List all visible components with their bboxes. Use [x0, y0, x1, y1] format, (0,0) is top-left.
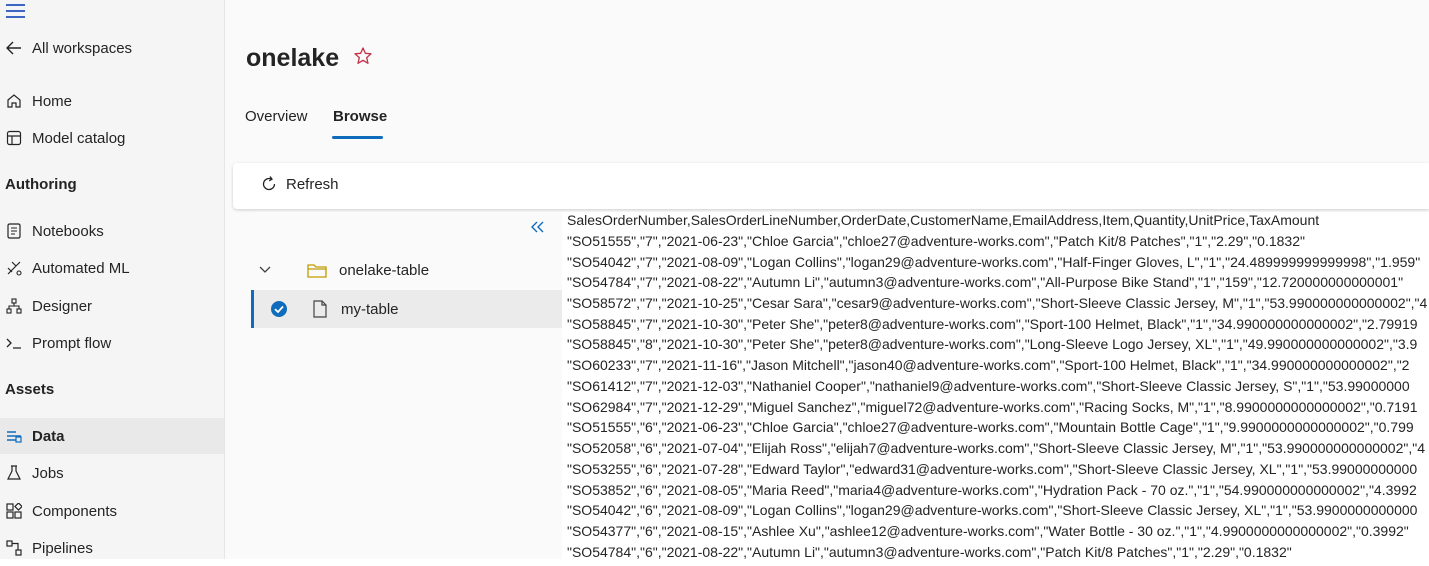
preview-line: "SO60233","7","2021-11-16","Jason Mitche…: [567, 357, 1410, 373]
checkmark-circle-icon[interactable]: [270, 300, 288, 318]
file-preview: SalesOrderNumber,SalesOrderLineNumber,Or…: [562, 212, 1429, 559]
hamburger-menu-icon[interactable]: [6, 4, 26, 20]
preview-line: "SO54784","6","2021-08-22","Autumn Li","…: [567, 544, 1292, 559]
file-icon: [312, 300, 328, 318]
home-icon: [5, 92, 23, 110]
sidebar-item-label: Pipelines: [32, 539, 93, 557]
main-content: onelake Overview Browse Refresh onelake-…: [225, 0, 1429, 559]
tab-overview[interactable]: Overview: [245, 108, 308, 125]
all-workspaces-link[interactable]: All workspaces: [0, 30, 224, 66]
tree-file-row[interactable]: my-table: [251, 290, 562, 328]
arrow-left-icon: [5, 39, 23, 57]
catalog-icon: [5, 129, 23, 147]
sidebar-item-designer[interactable]: Designer: [0, 288, 224, 324]
refresh-icon: [262, 176, 276, 191]
prompt-icon: [5, 334, 23, 352]
sidebar-item-label: Home: [32, 92, 73, 110]
refresh-button[interactable]: Refresh: [260, 175, 339, 193]
sidebar-item-components[interactable]: Components: [0, 493, 224, 529]
preview-line: "SO52058","6","2021-07-04","Elijah Ross"…: [567, 440, 1425, 456]
chevron-down-icon[interactable]: [259, 266, 273, 274]
preview-line: "SO54377","6","2021-08-15","Ashlee Xu","…: [567, 523, 1409, 539]
notebook-icon: [5, 222, 23, 240]
collapse-pane-icon[interactable]: [529, 220, 545, 239]
components-icon: [5, 502, 23, 520]
tree-folder-row[interactable]: onelake-table: [251, 251, 562, 289]
preview-line: SalesOrderNumber,SalesOrderLineNumber,Or…: [567, 212, 1320, 228]
automl-icon: [5, 259, 23, 277]
sidebar-item-jobs[interactable]: Jobs: [0, 455, 224, 491]
file-tree-pane: onelake-table my-table: [251, 212, 562, 559]
preview-line: "SO58845","8","2021-10-30","Peter She","…: [567, 336, 1418, 352]
preview-line: "SO53852","6","2021-08-05","Maria Reed",…: [567, 482, 1417, 498]
folder-label: onelake-table: [339, 261, 430, 279]
favorite-star-icon[interactable]: [353, 46, 375, 68]
sidebar-item-prompt-flow[interactable]: Prompt flow: [0, 325, 224, 361]
sidebar-item-label: Prompt flow: [32, 334, 112, 352]
command-bar: Refresh: [233, 163, 1429, 209]
preview-line: "SO54784","7","2021-08-22","Autumn Li","…: [567, 274, 1404, 290]
left-nav: All workspaces Home Model catalog Author…: [0, 0, 225, 559]
data-icon: [5, 427, 23, 445]
sidebar-item-label: Data: [32, 427, 65, 445]
preview-line: "SO61412","7","2021-12-03","Nathaniel Co…: [567, 378, 1410, 394]
preview-line: "SO51555","7","2021-06-23","Chloe Garcia…: [567, 233, 1305, 249]
assets-heading: Assets: [5, 381, 55, 398]
designer-icon: [5, 297, 23, 315]
sidebar-item-notebooks[interactable]: Notebooks: [0, 213, 224, 249]
sidebar-item-home[interactable]: Home: [0, 83, 224, 119]
sidebar-item-data[interactable]: Data: [0, 418, 224, 454]
sidebar-item-model-catalog[interactable]: Model catalog: [0, 120, 224, 156]
preview-line: "SO53255","6","2021-07-28","Edward Taylo…: [567, 461, 1418, 477]
folder-icon: [307, 262, 327, 278]
sidebar-item-label: Notebooks: [32, 222, 104, 240]
sidebar-item-automated-ml[interactable]: Automated ML: [0, 250, 224, 286]
pipelines-icon: [5, 539, 23, 557]
sidebar-item-label: Automated ML: [32, 259, 130, 277]
sidebar-item-label: Model catalog: [32, 129, 126, 147]
sidebar-item-label: Components: [32, 502, 118, 520]
sidebar-item-label: Designer: [32, 297, 93, 315]
page-title: onelake: [246, 44, 340, 72]
all-workspaces-label: All workspaces: [32, 39, 133, 57]
flask-icon: [5, 464, 23, 482]
file-label: my-table: [341, 300, 399, 318]
preview-line: "SO58572","7","2021-10-25","Cesar Sara",…: [567, 295, 1428, 311]
tab-browse[interactable]: Browse: [333, 108, 387, 125]
active-tab-indicator: [332, 136, 383, 139]
refresh-label: Refresh: [286, 175, 339, 193]
sidebar-item-pipelines[interactable]: Pipelines: [0, 530, 224, 566]
preview-line: "SO62984","7","2021-12-29","Miguel Sanch…: [567, 399, 1418, 415]
preview-line: "SO54042","6","2021-08-09","Logan Collin…: [567, 502, 1418, 518]
preview-line: "SO58845","7","2021-10-30","Peter She","…: [567, 316, 1418, 332]
sidebar-item-label: Jobs: [32, 464, 64, 482]
preview-line: "SO51555","6","2021-06-23","Chloe Garcia…: [567, 419, 1414, 435]
preview-line: "SO54042","7","2021-08-09","Logan Collin…: [567, 254, 1421, 270]
authoring-heading: Authoring: [5, 176, 77, 193]
